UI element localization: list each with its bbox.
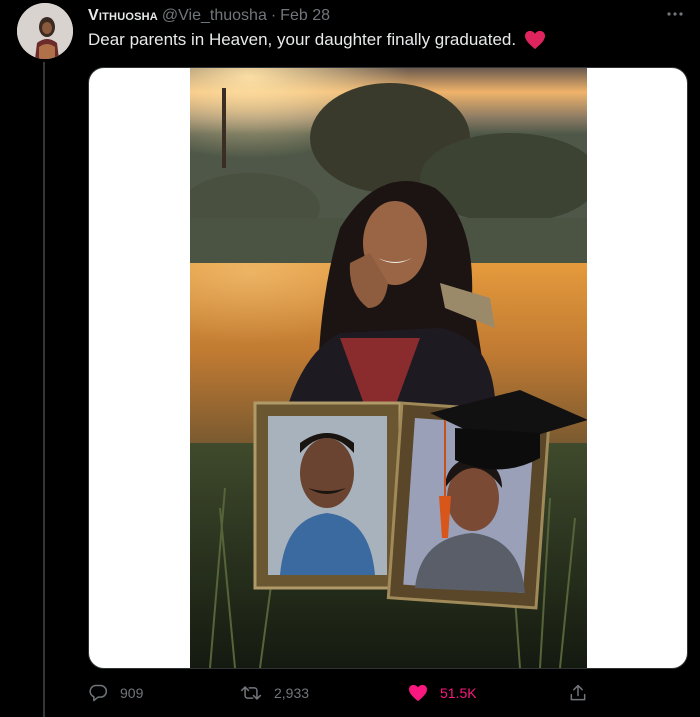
separator-dot: · bbox=[270, 7, 277, 24]
reply-button[interactable]: 909 bbox=[88, 680, 143, 706]
tweet-header: Vithuosha @Vie_thuosha · Feb 28 bbox=[88, 5, 680, 27]
avatar[interactable] bbox=[17, 3, 73, 59]
share-icon bbox=[570, 684, 586, 701]
retweet-button[interactable]: 2,933 bbox=[240, 680, 309, 706]
retweet-icon bbox=[240, 686, 262, 700]
tweet-actions: 909 2,933 51.5K bbox=[88, 680, 648, 706]
user-handle[interactable]: @Vie_thuosha bbox=[162, 7, 267, 25]
tweet-media[interactable] bbox=[88, 67, 688, 669]
heart-icon bbox=[409, 684, 427, 702]
retweet-count: 2,933 bbox=[274, 685, 310, 701]
reply-count: 909 bbox=[120, 685, 144, 701]
thread-line bbox=[43, 62, 45, 717]
graduation-photo bbox=[190, 68, 587, 668]
avatar-image bbox=[17, 3, 73, 59]
tweet-date[interactable]: Feb 28 bbox=[280, 7, 330, 25]
tweet-text: Dear parents in Heaven, your daughter fi… bbox=[88, 30, 546, 50]
more-options-button[interactable] bbox=[660, 2, 690, 26]
reply-icon bbox=[89, 684, 108, 702]
tweet-body: Dear parents in Heaven, your daughter fi… bbox=[88, 30, 517, 49]
like-button[interactable]: 51.5K bbox=[408, 680, 477, 706]
display-name[interactable]: Vithuosha bbox=[88, 7, 158, 25]
more-dots-icon bbox=[667, 12, 683, 16]
red-heart-icon bbox=[524, 30, 546, 50]
share-button[interactable] bbox=[568, 680, 588, 706]
like-count: 51.5K bbox=[440, 685, 477, 701]
